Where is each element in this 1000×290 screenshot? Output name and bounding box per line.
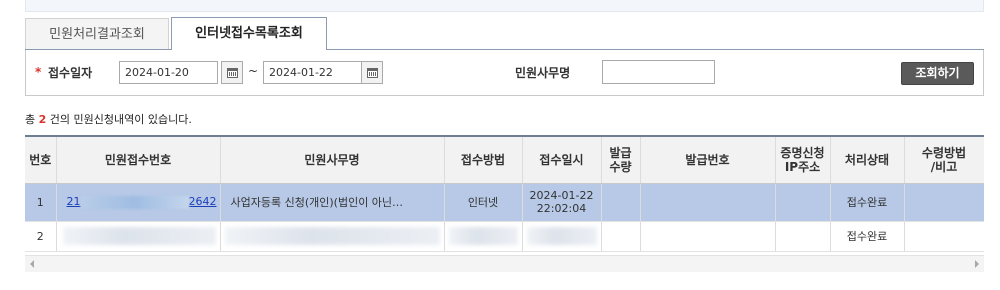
- redacted-area: [62, 227, 216, 245]
- start-calendar-button[interactable]: [221, 61, 243, 84]
- ip-line1: 증명신청: [780, 145, 825, 160]
- cell-affair-name-redacted: [220, 221, 445, 252]
- cell-no: 1: [25, 183, 57, 222]
- cell-date: 2024-01-22: [529, 189, 594, 202]
- col-header-method: 접수방법: [444, 137, 523, 184]
- table-header-row: 번호 민원접수번호 민원사무명 접수방법 접수일시 발급 수량 발급번호 증명신…: [25, 137, 984, 184]
- receive-line1: 수령방법: [921, 145, 967, 160]
- cell-note: [904, 221, 984, 252]
- calendar-icon: [367, 68, 378, 78]
- cell-status: 접수완료: [830, 183, 905, 222]
- start-date-input[interactable]: 2024-01-20: [119, 61, 218, 84]
- search-panel: * 접수일자 2024-01-20 ~ 2024-01-22 민원사무명 조회하…: [25, 50, 984, 96]
- col-header-ip: 증명신청 IP주소: [775, 137, 831, 184]
- redacted-area: [224, 227, 440, 245]
- result-summary: 총 2 건의 민원신청내역이 있습니다.: [25, 111, 192, 127]
- required-mark: *: [35, 65, 42, 79]
- receipt-date-label: 접수일자: [48, 66, 93, 80]
- cell-method-redacted: [444, 221, 523, 252]
- table-row[interactable]: 1 21 2642 사업자등록 신청(개인)(법인이 아닌… 인터넷 2024-0…: [25, 183, 984, 222]
- cell-datetime-redacted: [522, 221, 602, 252]
- summary-suffix: 건의 민원신청내역이 있습니다.: [46, 113, 192, 126]
- receipt-link[interactable]: 21 2642: [67, 195, 217, 209]
- tab-internet-receipt-list[interactable]: 인터넷접수목록조회: [171, 17, 327, 51]
- affair-name-input[interactable]: [602, 60, 715, 84]
- ip-line2: IP주소: [784, 159, 821, 174]
- cell-status: 접수완료: [830, 221, 905, 252]
- col-header-status: 처리상태: [830, 137, 905, 184]
- calendar-icon: [227, 68, 238, 78]
- col-header-receipt-no: 민원접수번호: [56, 137, 221, 184]
- redacted-receipt: [80, 195, 189, 209]
- result-grid: 번호 민원접수번호 민원사무명 접수방법 접수일시 발급 수량 발급번호 증명신…: [25, 135, 984, 255]
- result-table: 번호 민원접수번호 민원사무명 접수방법 접수일시 발급 수량 발급번호 증명신…: [25, 137, 984, 252]
- scroll-left-icon[interactable]: [30, 260, 34, 268]
- cell-note: [904, 183, 984, 222]
- cell-issue-qty: [601, 221, 641, 252]
- issue-qty-line2: 수량: [609, 159, 632, 174]
- col-header-receive: 수령방법 /비고: [904, 137, 984, 184]
- col-header-issue-qty: 발급 수량: [601, 137, 641, 184]
- col-header-datetime: 접수일시: [522, 137, 602, 184]
- col-header-issue-no: 발급번호: [640, 137, 776, 184]
- redacted-area: [526, 227, 597, 245]
- cell-time: 22:02:04: [536, 202, 587, 215]
- cell-no: 2: [25, 221, 57, 252]
- receipt-prefix[interactable]: 21: [67, 195, 81, 208]
- search-button[interactable]: 조회하기: [901, 62, 974, 85]
- col-header-no: 번호: [25, 137, 57, 184]
- top-panel-edge: [25, 0, 984, 12]
- cell-datetime: 2024-01-22 22:02:04: [522, 183, 602, 222]
- horizontal-scrollbar[interactable]: [25, 255, 984, 272]
- col-header-affair-name: 민원사무명: [220, 137, 445, 184]
- table-row[interactable]: 2 접수완료: [25, 221, 984, 252]
- receive-line2: /비고: [930, 159, 958, 174]
- scroll-right-icon[interactable]: [975, 260, 979, 268]
- affair-name-label: 민원사무명: [515, 66, 571, 80]
- cell-ip: [775, 221, 831, 252]
- summary-prefix: 총: [25, 113, 39, 126]
- cell-issue-qty: [601, 183, 641, 222]
- cell-affair-name: 사업자등록 신청(개인)(법인이 아닌…: [220, 183, 445, 222]
- cell-issue-no: [640, 183, 776, 222]
- receipt-suffix[interactable]: 2642: [189, 195, 217, 208]
- date-range-separator: ~: [248, 64, 259, 78]
- issue-qty-line1: 발급: [609, 145, 632, 160]
- tab-result-inquiry[interactable]: 민원처리결과조회: [25, 18, 169, 49]
- tab-bar: 민원처리결과조회 인터넷접수목록조회: [25, 17, 984, 51]
- cell-receipt-no-redacted: [56, 221, 221, 252]
- cell-method: 인터넷: [444, 183, 523, 222]
- cell-receipt-no[interactable]: 21 2642: [56, 183, 221, 222]
- end-date-input[interactable]: 2024-01-22: [263, 61, 362, 84]
- end-calendar-button[interactable]: [361, 61, 383, 84]
- cell-ip: [775, 183, 831, 222]
- redacted-area: [448, 227, 518, 245]
- cell-issue-no: [640, 221, 776, 252]
